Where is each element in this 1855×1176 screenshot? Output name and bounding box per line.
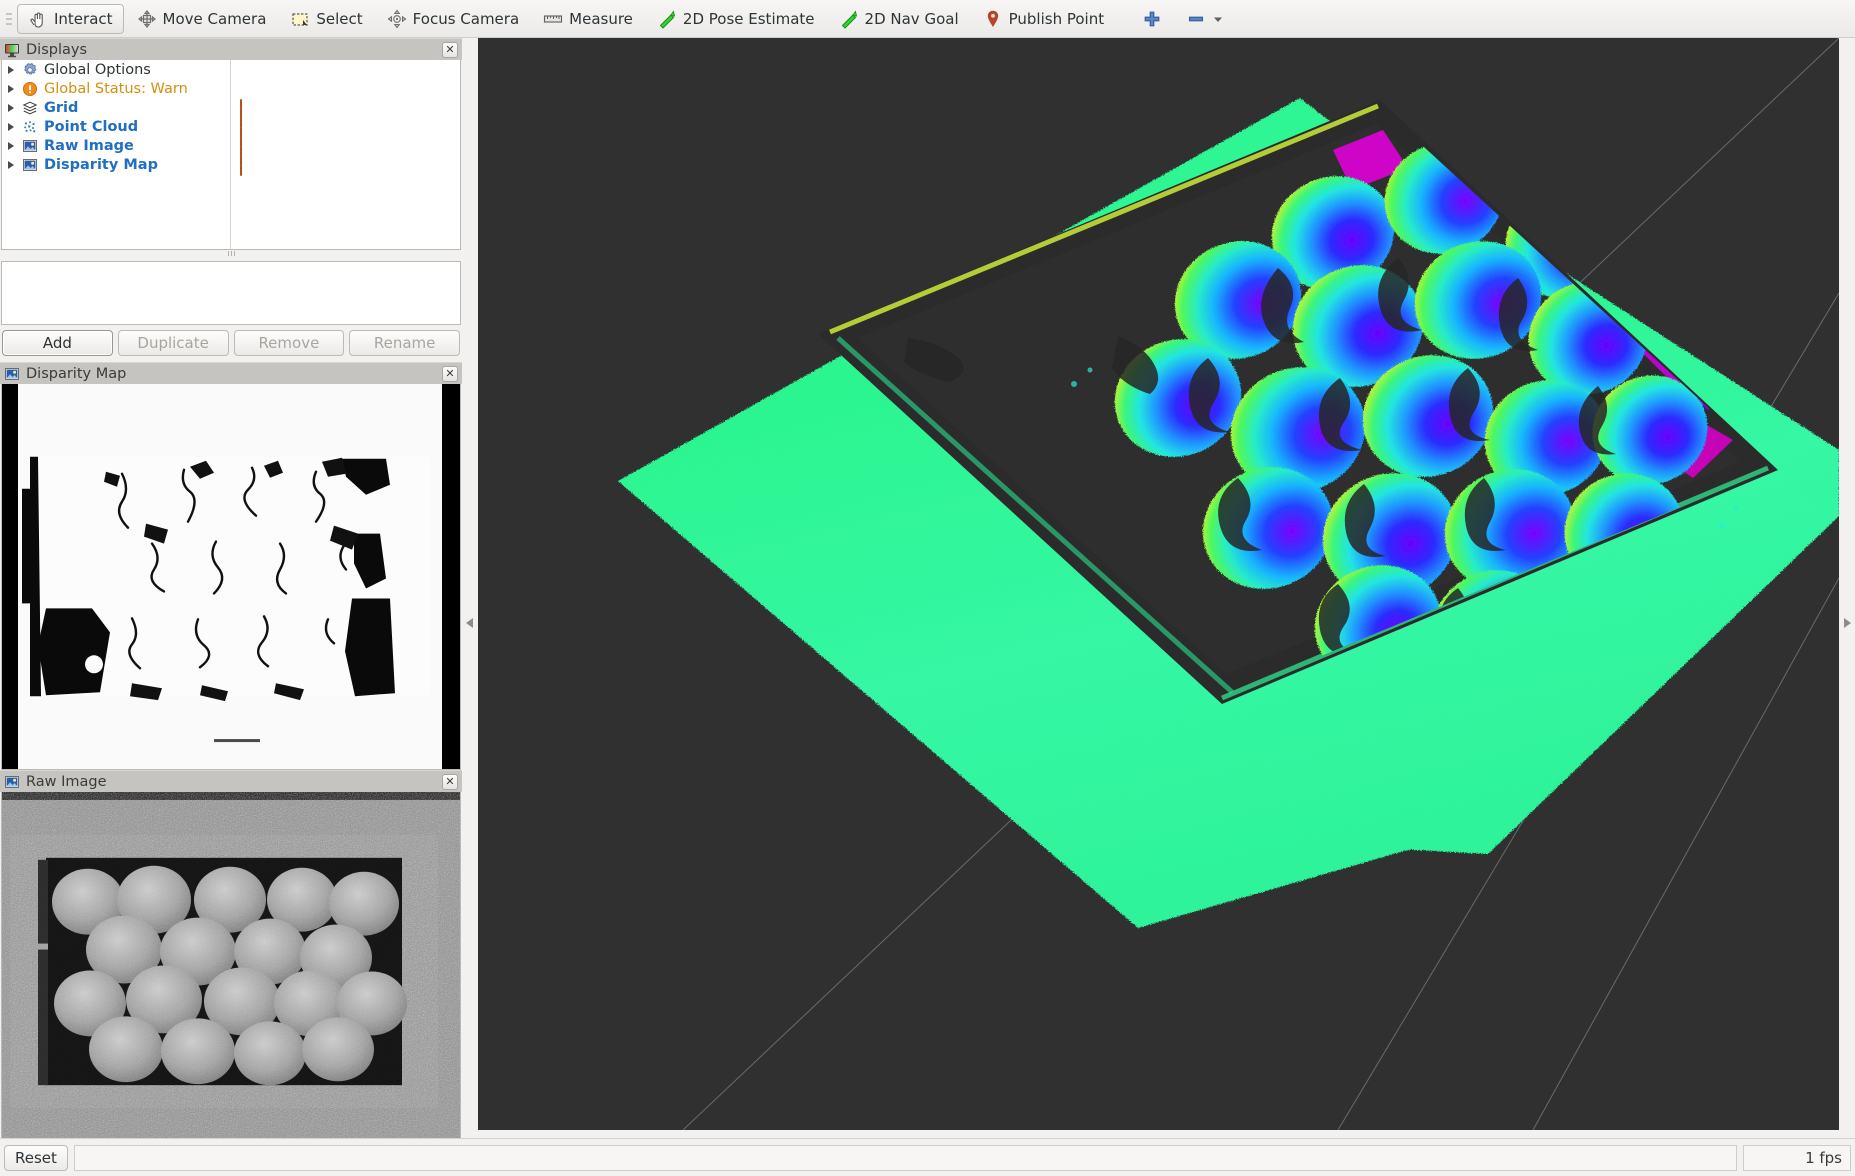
expand-arrow-icon[interactable] <box>8 123 22 131</box>
rename-button-label: Rename <box>374 334 436 352</box>
visibility-checkbox[interactable] <box>240 138 256 154</box>
warning-icon <box>22 81 40 97</box>
tree-item-label: Global Options <box>44 62 460 78</box>
expand-arrow-icon[interactable] <box>8 142 22 150</box>
tool-interact[interactable]: Interact <box>17 4 124 34</box>
move-camera-icon <box>137 9 157 29</box>
expand-arrow-icon[interactable] <box>8 85 22 93</box>
tree-row[interactable]: Raw Image <box>2 136 460 155</box>
reset-button-label: Reset <box>15 1149 57 1167</box>
tool-measure[interactable]: Measure <box>532 4 644 34</box>
tree-row[interactable]: Grid <box>2 98 460 117</box>
map-pin-icon <box>983 9 1003 29</box>
tool-2d-nav-goal-label: 2D Nav Goal <box>865 10 959 28</box>
remove-button-label: Remove <box>258 334 319 352</box>
rename-button[interactable]: Rename <box>349 330 460 356</box>
right-splitter[interactable] <box>1839 38 1855 1130</box>
raw-image-panel-titlebar: Raw Image ✕ <box>0 770 462 792</box>
tool-focus-camera-label: Focus Camera <box>413 10 519 28</box>
visibility-checkbox[interactable] <box>240 157 256 173</box>
displays-panel-title: Displays <box>26 42 442 58</box>
fps-value: 1 fps <box>1805 1149 1842 1167</box>
image-icon <box>4 774 20 790</box>
visibility-checkbox[interactable] <box>240 100 256 116</box>
duplicate-button[interactable]: Duplicate <box>118 330 229 356</box>
tool-publish-point-label: Publish Point <box>1009 10 1104 28</box>
fps-indicator: 1 fps <box>1743 1145 1851 1171</box>
focus-camera-icon <box>387 9 407 29</box>
disparity-panel-title: Disparity Map <box>26 366 442 382</box>
left-splitter[interactable] <box>462 38 478 1130</box>
remove-button[interactable]: Remove <box>234 330 345 356</box>
displays-button-row: Add Duplicate Remove Rename <box>0 325 462 362</box>
duplicate-button-label: Duplicate <box>137 334 208 352</box>
ruler-icon <box>543 9 563 29</box>
raw-image-view[interactable] <box>1 792 461 1150</box>
hand-cursor-icon <box>28 9 48 29</box>
raw-image-photo <box>2 792 460 1149</box>
expand-arrow-icon[interactable] <box>8 104 22 112</box>
tool-select-label: Select <box>316 10 362 28</box>
tool-2d-nav-goal[interactable]: 2D Nav Goal <box>828 4 970 34</box>
tree-row[interactable]: Disparity Map <box>2 155 460 174</box>
collapse-right-arrow-icon[interactable] <box>1844 618 1851 628</box>
tree-row[interactable]: Global Status: Warn <box>2 79 460 98</box>
visibility-checkbox[interactable] <box>240 119 256 135</box>
tool-interact-label: Interact <box>54 10 113 28</box>
tree-row[interactable]: Point Cloud <box>2 117 460 136</box>
gear-icon <box>22 62 40 78</box>
close-icon[interactable]: ✕ <box>442 42 458 58</box>
toolbar-drag-handle[interactable] <box>4 8 14 30</box>
close-icon[interactable]: ✕ <box>442 366 458 382</box>
collapse-left-arrow-icon[interactable] <box>466 618 473 628</box>
tool-move-camera[interactable]: Move Camera <box>126 4 278 34</box>
tool-focus-camera[interactable]: Focus Camera <box>376 4 530 34</box>
green-arrow-icon <box>657 9 677 29</box>
reset-button[interactable]: Reset <box>4 1145 68 1171</box>
tool-2d-pose-estimate-label: 2D Pose Estimate <box>683 10 815 28</box>
render-view-3d[interactable] <box>478 38 1839 1130</box>
close-icon[interactable]: ✕ <box>442 774 458 790</box>
tool-publish-point[interactable]: Publish Point <box>972 4 1115 34</box>
disparity-panel-titlebar: Disparity Map ✕ <box>0 362 462 384</box>
image-icon <box>22 157 40 173</box>
tree-item-label: Global Status: Warn <box>44 81 460 97</box>
add-button[interactable]: Add <box>2 330 113 356</box>
image-icon <box>4 366 20 382</box>
image-icon <box>22 138 40 154</box>
displays-monitor-icon <box>4 42 20 58</box>
raw-image-panel-title: Raw Image <box>26 774 442 790</box>
tool-measure-label: Measure <box>569 10 633 28</box>
displays-panel-titlebar: Displays ✕ <box>0 38 462 60</box>
status-bar: Reset 1 fps <box>0 1138 1855 1176</box>
main-toolbar: Interact Move Camera Select Focus Camera <box>0 0 1855 38</box>
tool-move-camera-label: Move Camera <box>163 10 267 28</box>
point-cloud-icon <box>22 119 40 135</box>
point-cloud-render <box>478 38 1839 1130</box>
tree-row[interactable]: Global Options <box>2 60 460 79</box>
remove-tool-button[interactable] <box>1175 4 1235 34</box>
tool-2d-pose-estimate[interactable]: 2D Pose Estimate <box>646 4 826 34</box>
expand-arrow-icon[interactable] <box>8 161 22 169</box>
disparity-map-view[interactable] <box>1 384 461 770</box>
minus-icon <box>1186 9 1206 29</box>
expand-arrow-icon[interactable] <box>8 66 22 74</box>
add-button-label: Add <box>43 334 72 352</box>
status-message-field <box>74 1145 1737 1171</box>
chevron-down-icon[interactable] <box>1212 9 1224 29</box>
displays-splitter-handle[interactable] <box>0 250 462 257</box>
green-arrow-icon <box>839 9 859 29</box>
grid-icon <box>22 100 40 116</box>
disparity-map-image <box>2 384 460 769</box>
rviz-window: Interact Move Camera Select Focus Camera <box>0 0 1855 1176</box>
left-dock: Displays ✕ Global Options <box>0 38 462 1166</box>
add-tool-button[interactable] <box>1131 4 1173 34</box>
plus-icon <box>1142 9 1162 29</box>
select-rect-icon <box>290 9 310 29</box>
display-properties-area[interactable] <box>1 261 461 325</box>
displays-tree[interactable]: Global Options Global Status: Warn <box>1 60 461 250</box>
tool-select[interactable]: Select <box>279 4 373 34</box>
